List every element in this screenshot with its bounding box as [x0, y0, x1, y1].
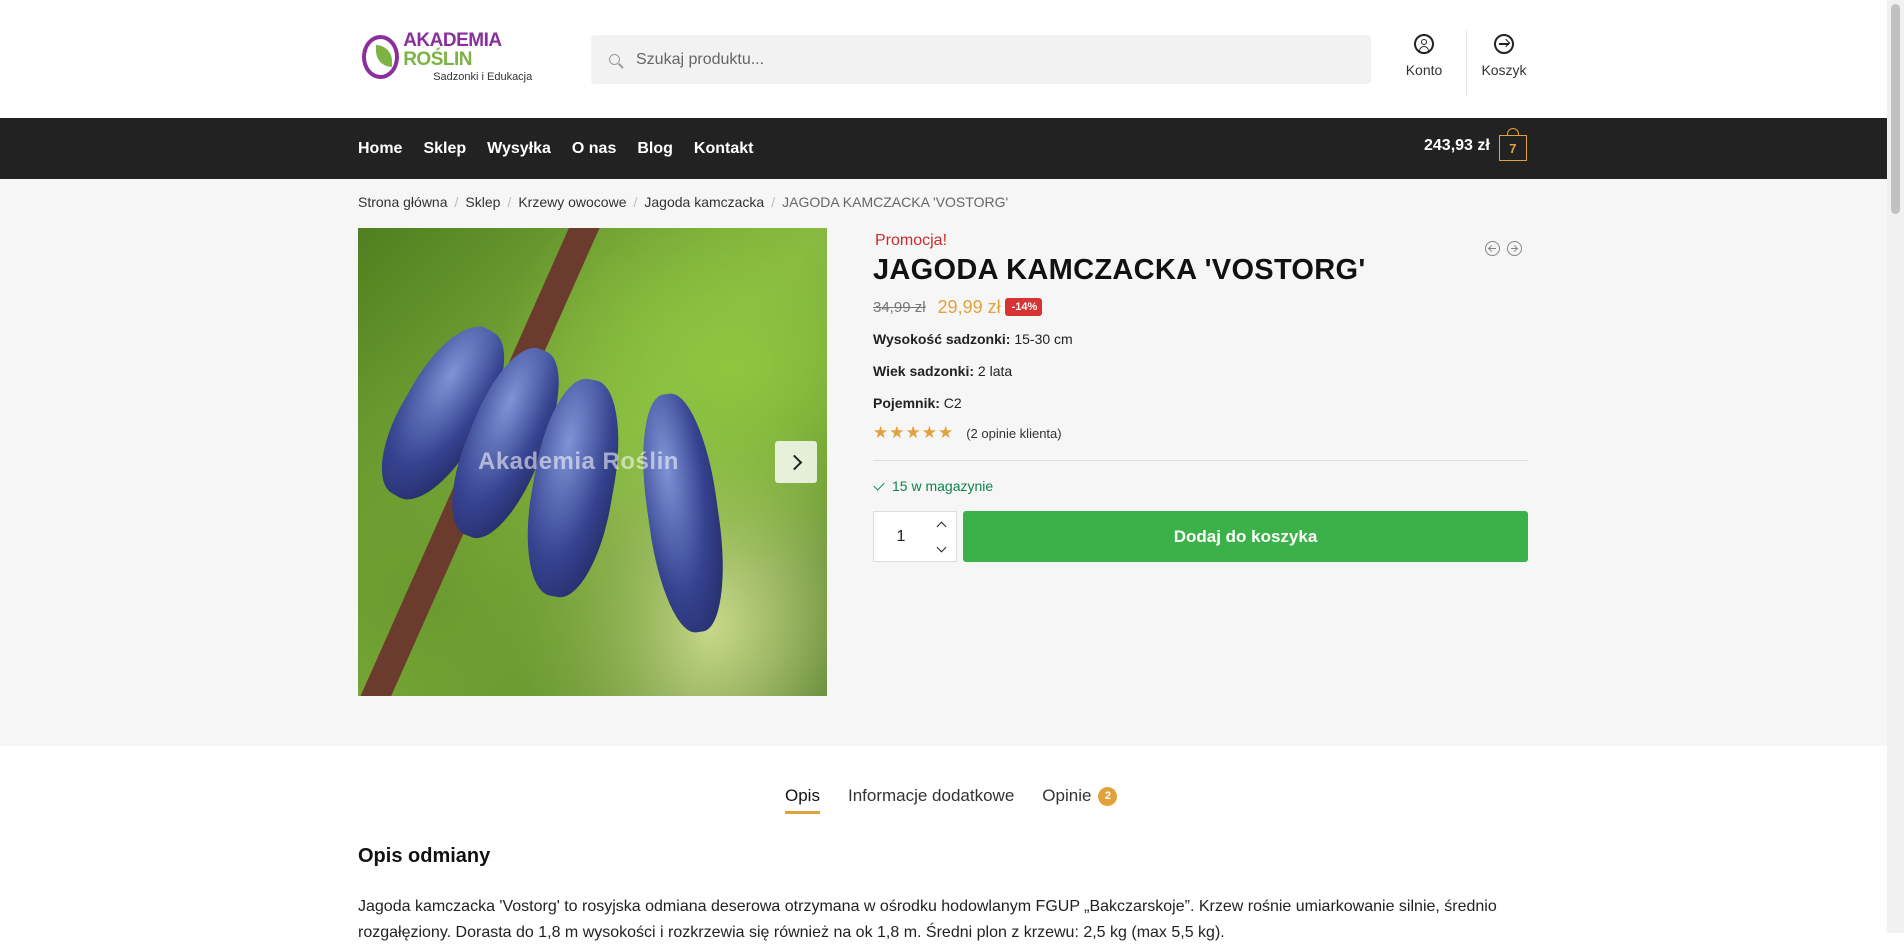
star-rating-icon: ★★★★★ [873, 423, 955, 442]
stock-status: 15 w magazynie [873, 478, 993, 494]
nav-item-blog[interactable]: Blog [637, 140, 673, 158]
discount-badge: -14% [1004, 297, 1043, 316]
search-icon [609, 54, 620, 65]
breadcrumb-current: JAGODA KAMCZACKA 'VOSTORG' [782, 194, 1009, 210]
tab-opinie[interactable]: Opinie 2 [1042, 786, 1118, 812]
nav-item-home[interactable]: Home [358, 140, 402, 158]
logo-title: AKADEMIA ROŚLIN [403, 30, 501, 70]
breadcrumb-item[interactable]: Strona główna [358, 194, 448, 210]
reviews-count-badge: 2 [1098, 786, 1118, 806]
nav-item-sklep[interactable]: Sklep [423, 140, 466, 158]
breadcrumb-item[interactable]: Jagoda kamczacka [644, 194, 764, 210]
description-text: Jagoda kamczacka 'Vostorg' to rosyjska o… [358, 898, 1497, 941]
reviews-link[interactable]: (2 opinie klienta) [966, 426, 1061, 441]
nav-item-kontakt[interactable]: Kontakt [694, 140, 754, 158]
old-price: 34,99 zł [873, 299, 926, 316]
site-logo[interactable]: AKADEMIA ROŚLIN Sadzonki i Edukacja [362, 30, 542, 83]
gallery-next-button[interactable] [775, 441, 817, 483]
account-link[interactable]: Konto [1389, 34, 1459, 78]
mini-cart[interactable]: 243,93 zł 7 [1424, 128, 1527, 161]
product-gallery[interactable]: Akademia Roślin [358, 228, 827, 696]
quantity-stepper [873, 511, 957, 562]
user-icon [1414, 34, 1434, 54]
chevron-up-icon[interactable] [936, 521, 947, 531]
add-to-cart-button[interactable]: Dodaj do koszyka [963, 511, 1528, 562]
attribute-container: Pojemnik: C2 [873, 395, 962, 411]
chevron-right-icon [786, 454, 802, 470]
breadcrumb-item[interactable]: Sklep [465, 194, 500, 210]
divider [873, 460, 1528, 461]
cart-total: 243,93 zł [1424, 137, 1490, 154]
page-scrollbar[interactable] [1887, 0, 1904, 933]
logo-tagline: Sadzonki i Edukacja [433, 71, 533, 83]
promo-label: Promocja! [875, 232, 948, 249]
previous-product-icon[interactable] [1485, 241, 1500, 256]
scrollbar-thumb[interactable] [1891, 4, 1900, 214]
cart-link[interactable]: Koszyk [1469, 34, 1539, 78]
product-title: JAGODA KAMCZACKA 'VOSTORG' [873, 254, 1366, 286]
sale-price: 29,99 zł [937, 297, 1001, 317]
breadcrumb: Strona główna / Sklep / Krzewy owocowe / Ja… [358, 194, 1009, 210]
attribute-height: Wysokość sadzonki: 15-30 cm [873, 331, 1073, 347]
attribute-age: Wiek sadzonki: 2 lata [873, 363, 1013, 379]
description-title: Opis odmiany [358, 845, 491, 867]
product-rating: ★★★★★ (2 opinie klienta) [873, 423, 1062, 443]
search-input[interactable] [634, 49, 1338, 70]
cart-count-badge: 7 [1498, 128, 1527, 161]
header-divider [1466, 30, 1467, 96]
breadcrumb-item[interactable]: Krzewy owocowe [518, 194, 626, 210]
product-price: 34,99 zł 29,99 zł -14% [873, 297, 1043, 318]
quantity-input[interactable] [874, 526, 928, 547]
cart-label: Koszyk [1481, 62, 1527, 78]
tab-opis[interactable]: Opis [785, 786, 820, 814]
nav-item-wysylka[interactable]: Wysyłka [487, 140, 551, 158]
main-navigation: Home Sklep Wysyłka O nas Blog Kontakt 24… [0, 118, 1887, 179]
search-bar [591, 35, 1371, 84]
nav-item-o-nas[interactable]: O nas [572, 140, 616, 158]
tab-informacje-dodatkowe[interactable]: Informacje dodatkowe [848, 786, 1014, 812]
account-label: Konto [1405, 62, 1443, 78]
site-header: AKADEMIA ROŚLIN Sadzonki i Edukacja Kont… [0, 0, 1887, 118]
logo-leaf-icon [362, 35, 400, 79]
check-icon [873, 478, 885, 491]
arrow-right-circle-icon [1494, 34, 1514, 54]
next-product-icon[interactable] [1507, 241, 1522, 256]
product-tabs: Opis Informacje dodatkowe Opinie 2 [785, 786, 1145, 814]
image-watermark: Akademia Roślin [478, 448, 679, 475]
chevron-down-icon[interactable] [936, 542, 947, 552]
product-pagination [1485, 241, 1522, 256]
